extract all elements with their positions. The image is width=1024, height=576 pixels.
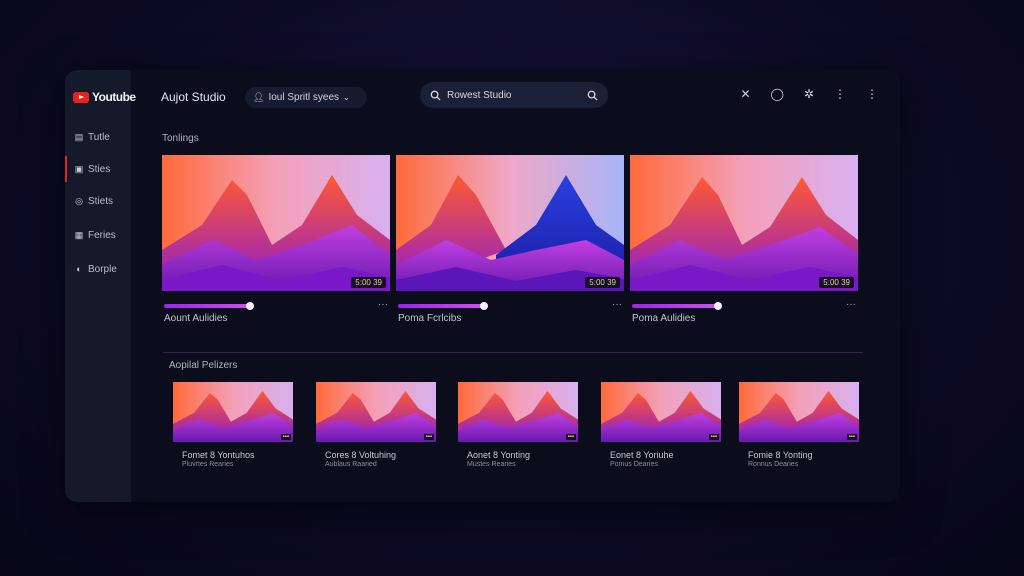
channel-selector-label: Ioul Spritl syees — [268, 92, 340, 103]
playlist-subtitle: Pomus Dearies — [610, 461, 658, 468]
progress-bar[interactable]: ··· — [162, 299, 390, 312]
sidebar-item-label: Stiets — [88, 195, 114, 207]
video-thumbnail[interactable]: 5:00 39 — [396, 155, 624, 291]
sidebar-item-tutle[interactable]: ▤ Tutle — [65, 124, 131, 150]
page-title: Aujot Studio — [161, 90, 226, 104]
playlist-card[interactable]: ▪▪▪ Cores 8 Voltuhing Aublaus Raaried — [316, 382, 436, 468]
progress-fill — [632, 304, 716, 308]
playlist-thumbnail[interactable]: ▪▪▪ — [316, 382, 436, 442]
progress-knob[interactable] — [480, 302, 488, 310]
search-icon — [430, 90, 441, 101]
playlist-subtitle: Mustes Rearies — [467, 461, 516, 468]
playlist-subtitle: Aublaus Raaried — [325, 461, 377, 468]
sidebar-item-label: Sties — [88, 163, 111, 175]
duration-badge: 5:00 39 — [819, 277, 854, 288]
mountain-thumbnail-icon — [173, 382, 293, 442]
search-bar[interactable]: Rowest Studio — [420, 82, 608, 108]
duration-badge: ▪▪▪ — [846, 434, 857, 440]
video-card[interactable]: 5:00 39 ··· Aount Aulidies — [162, 155, 390, 324]
playlist-icon: ▦ — [74, 229, 84, 240]
video-title[interactable]: Aount Aulidies — [162, 313, 390, 324]
duration-badge: ▪▪▪ — [423, 434, 434, 440]
playlist-thumbnail[interactable]: ▪▪▪ — [739, 382, 859, 442]
mountain-thumbnail-icon — [601, 382, 721, 442]
more-icon[interactable]: ⋮ — [834, 87, 846, 101]
video-card[interactable]: 5:00 39 ··· Poma Aulidies — [630, 155, 858, 324]
duration-badge: ▪▪▪ — [565, 434, 576, 440]
playlist-title[interactable]: Aonet 8 Yonting — [458, 450, 578, 460]
mountain-thumbnail-icon — [396, 155, 624, 291]
sidebar-item-sties[interactable]: ▣ Sties — [65, 156, 131, 182]
playlist-card[interactable]: ▪▪▪ Eonet 8 Yoriuhe Pomus Dearies — [601, 382, 721, 468]
notification-icon[interactable]: ◯ — [771, 87, 784, 101]
playlist-title[interactable]: Fomet 8 Yontuhos — [173, 450, 293, 460]
progress-knob[interactable] — [246, 302, 254, 310]
cut-icon[interactable]: ✕ — [740, 87, 750, 101]
duration-badge: ▪▪▪ — [708, 434, 719, 440]
sidebar-item-label: Tutle — [88, 131, 110, 143]
duration-badge: ▪▪▪ — [280, 434, 291, 440]
playlist-thumbnail[interactable]: ▪▪▪ — [458, 382, 578, 442]
chevron-down-icon: ⌄ — [343, 93, 350, 102]
sidebar-item-label: Borple — [88, 263, 117, 275]
playlists-section-label: Aopilal Pelizers — [169, 360, 238, 371]
playlist-thumbnail[interactable]: ▪▪▪ — [173, 382, 293, 442]
channel-selector[interactable]: 👤︎ Ioul Spritl syees ⌄ — [245, 87, 367, 108]
playlist-title[interactable]: Cores 8 Voltuhing — [316, 450, 436, 460]
playlist-card[interactable]: ▪▪▪ Aonet 8 Yonting Mustes Rearies — [458, 382, 578, 468]
logo[interactable]: Youtube — [73, 90, 136, 104]
mountain-thumbnail-icon — [458, 382, 578, 442]
playlist-card[interactable]: ▪▪▪ Fomie 8 Yonting Ronnus Dearies — [739, 382, 859, 468]
user-icon: 👤︎ — [253, 92, 265, 102]
section-divider — [163, 352, 863, 353]
video-thumbnail[interactable]: 5:00 39 — [162, 155, 390, 291]
studio-window: Youtube ▤ Tutle ▣ Sties ◎ Stiets ▦ Ferie… — [65, 70, 900, 502]
progress-fill — [398, 304, 482, 308]
search-submit-icon[interactable] — [587, 90, 598, 101]
progress-bar[interactable]: ··· — [396, 299, 624, 312]
sidebar: Youtube ▤ Tutle ▣ Sties ◎ Stiets ▦ Ferie… — [65, 70, 136, 502]
video-title[interactable]: Poma Fcrlcibs — [396, 313, 624, 324]
more-icon[interactable]: ··· — [846, 299, 856, 310]
mountain-thumbnail-icon — [630, 155, 858, 291]
sidebar-item-stiets[interactable]: ◎ Stiets — [65, 188, 131, 214]
progress-knob[interactable] — [714, 302, 722, 310]
sidebar-item-label: Feries — [88, 229, 116, 241]
mountain-thumbnail-icon — [162, 155, 390, 291]
search-input[interactable]: Rowest Studio — [447, 90, 511, 101]
dashboard-icon: ▤ — [74, 131, 84, 142]
logo-text: Youtube — [92, 90, 136, 104]
settings-icon[interactable]: ✲ — [804, 87, 814, 101]
progress-bar[interactable]: ··· — [630, 299, 858, 312]
audience-icon: ◐ — [76, 264, 82, 274]
youtube-logo-icon — [73, 91, 89, 103]
more-icon[interactable]: ··· — [612, 299, 622, 310]
sidebar-item-feries[interactable]: ▦ Feries — [65, 222, 131, 248]
playlist-title[interactable]: Eonet 8 Yoriuhe — [601, 450, 721, 460]
duration-badge: 5:00 39 — [585, 277, 620, 288]
playlist-card[interactable]: ▪▪▪ Fomet 8 Yontuhos Pluvrtes Rearies — [173, 382, 293, 468]
more-icon[interactable]: ⋮ — [866, 87, 878, 101]
mountain-thumbnail-icon — [316, 382, 436, 442]
analytics-icon: ◎ — [75, 195, 83, 206]
more-icon[interactable]: ··· — [378, 299, 388, 310]
playlist-subtitle: Pluvrtes Rearies — [182, 461, 234, 468]
video-thumbnail[interactable]: 5:00 39 — [630, 155, 858, 291]
progress-fill — [164, 304, 248, 308]
video-title[interactable]: Poma Aulidies — [630, 313, 858, 324]
top-actions: ✕ ◯ ✲ ⋮ ⋮ — [740, 87, 878, 101]
featured-section-label: Tonlings — [162, 133, 199, 144]
content-icon: ▣ — [74, 163, 84, 174]
playlist-thumbnail[interactable]: ▪▪▪ — [601, 382, 721, 442]
playlist-title[interactable]: Fomie 8 Yonting — [739, 450, 859, 460]
playlist-subtitle: Ronnus Dearies — [748, 461, 799, 468]
video-card[interactable]: 5:00 39 ··· Poma Fcrlcibs — [396, 155, 624, 324]
duration-badge: 5:00 39 — [351, 277, 386, 288]
sidebar-item-borple[interactable]: ◐ Borple — [65, 256, 131, 282]
mountain-thumbnail-icon — [739, 382, 859, 442]
